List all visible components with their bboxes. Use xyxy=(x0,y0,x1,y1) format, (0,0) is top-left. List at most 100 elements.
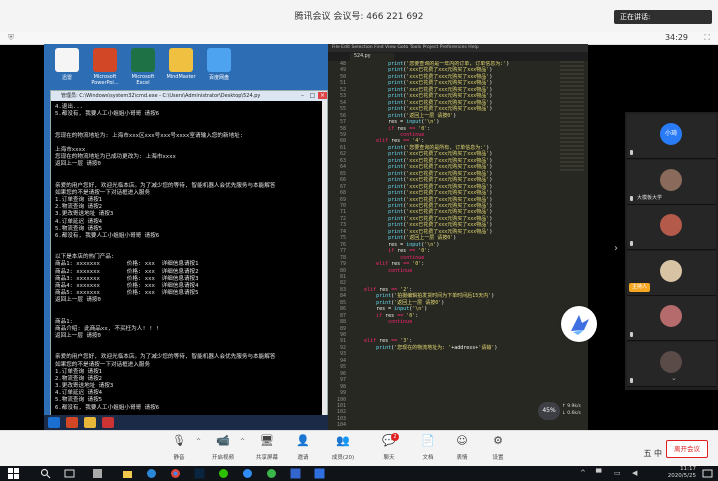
wechat-icon[interactable] xyxy=(218,468,229,479)
avatar xyxy=(660,214,682,236)
volume-icon[interactable]: ◀ xyxy=(632,469,637,477)
meeting-controls: 五 中 离开会议 🎙 静音 ^ 📹 开启视频 ^ 🖥 共享屏幕 👤 邀请 👥 成员(20) 💬 聊天 2 📄 文… xyxy=(0,430,718,467)
editor-code: print('您要查询的是一年内的订单, 订单信息为:') print('xxx… xyxy=(352,61,548,430)
tencent-meeting-icon[interactable] xyxy=(314,468,325,479)
control-chat-button[interactable]: 💬 聊天 2 xyxy=(371,433,407,461)
control-label: 文档 xyxy=(422,455,434,461)
minimize-icon[interactable]: – xyxy=(298,92,307,99)
invite-icon: 👤 xyxy=(296,434,310,447)
desktop-app-icon[interactable] xyxy=(207,48,231,72)
cmd-line: 6.都没有, 我要人工小姐姐小哥哥 请按6 xyxy=(55,232,160,239)
control-label: 设置 xyxy=(492,455,504,461)
participant-panel: 小琦大模板大学主持人 ⌄ xyxy=(625,112,718,390)
cmd-line: 亲爱的用户您好, 欢迎光临本店。为了减少您的等待, 智能机器人会优先服务与本能解… xyxy=(55,354,276,361)
control-invite-button[interactable]: 👤 邀请 xyxy=(285,434,321,462)
app-icon[interactable] xyxy=(266,468,277,479)
cmd-line: 商品2: xxxxxxx 价格: xxx 详细信息请按2 xyxy=(55,268,199,275)
cmd-line xyxy=(55,176,323,183)
cmd-line: 商品3: xxxxxxx 价格: xxx 详细信息请按3 xyxy=(55,275,199,282)
chrome-icon[interactable] xyxy=(170,468,181,479)
edge-icon[interactable] xyxy=(146,468,157,479)
meeting-title: 腾讯会议 会议号: 466 221 692 xyxy=(294,12,424,22)
cmd-line xyxy=(55,304,323,311)
control-members-button[interactable]: 👥 成员(20) xyxy=(325,435,361,462)
desktop-app-icon[interactable] xyxy=(169,48,193,72)
chevron-down-icon[interactable]: ⌄ xyxy=(671,374,677,382)
code-editor: File Edit Selection Find View Goto Tools… xyxy=(328,44,588,430)
upload-percent: 45% xyxy=(538,402,560,420)
task-view-icon[interactable] xyxy=(64,468,75,479)
app-icon xyxy=(102,417,114,428)
participant-tile[interactable]: 大模板大学 xyxy=(627,159,716,205)
maximize-icon[interactable]: □ xyxy=(308,92,317,99)
battery-icon[interactable]: ▭ xyxy=(614,469,621,477)
panel-expand-icon[interactable]: › xyxy=(614,243,618,254)
download-speed: ↓ 0.6k/s xyxy=(562,411,581,416)
cmd-line: 您现在的物流地址为: 上海市xxx区xxx号xxx号xxxx室请输入您的新地址: xyxy=(55,132,244,139)
avatar xyxy=(660,168,682,191)
line-number: 104 xyxy=(336,422,346,429)
cmd-line: 如果您的不是请按一下对话框进入服务 xyxy=(55,189,151,196)
leave-meeting-button[interactable]: 离开会议 xyxy=(666,440,708,458)
chevron-up-icon[interactable]: ^ xyxy=(580,469,586,477)
editor-tab: 524.py xyxy=(350,53,394,61)
cmd-line: 6.都没有, 我要人工小姐姐小哥哥 请按6 xyxy=(55,404,160,411)
shared-desktop: 迅雷 Microsoft PowerPoi... Microsoft Excel Mi… xyxy=(44,44,328,430)
cmd-line xyxy=(55,312,323,319)
app-icon xyxy=(84,417,96,428)
control-emoji-button[interactable]: ☺ 表情 xyxy=(444,435,480,462)
avatar xyxy=(660,259,682,282)
search-icon[interactable] xyxy=(40,468,51,479)
windows-start-icon[interactable] xyxy=(8,468,19,479)
control-label: 邀请 xyxy=(297,455,309,461)
close-icon[interactable]: × xyxy=(318,92,327,99)
cmd-line: 1.订单查询 请按1 xyxy=(55,368,103,375)
cmd-line: 亲爱的用户您好, 欢迎光临本店。为了减少您的等待, 智能机器人会优先服务与本能解… xyxy=(55,182,276,189)
cmd-output: 4.退出... 5.都没有, 我要人工小姐姐小哥哥 请按6 您现在的物流地址为: … xyxy=(51,101,327,421)
editor-minimap xyxy=(560,61,584,171)
participant-tile[interactable] xyxy=(627,205,716,250)
editor-gutter: 48 49 50 51 52 53 54 55 56 57 58 59 60 61 62 63 64 65 66 67… xyxy=(328,61,348,430)
app-icon[interactable] xyxy=(290,468,301,479)
clock[interactable]: 11:17 2020/5/25 xyxy=(668,466,696,480)
avatar xyxy=(660,305,682,327)
participant-tile[interactable]: 小琦 xyxy=(627,114,716,159)
control-docs-button[interactable]: 📄 文档 xyxy=(410,435,446,462)
upload-speed: ↑ 9.9k/s xyxy=(562,404,581,409)
desktop-app-icon[interactable] xyxy=(93,48,117,72)
app-icon[interactable] xyxy=(242,468,253,479)
desktop-app-label: Microsoft Excel xyxy=(131,74,155,86)
photoshop-icon[interactable] xyxy=(194,468,205,479)
participant-tile[interactable]: 主持人 xyxy=(627,250,716,296)
cmd-line: 商品1: xxxxxxx 价格: xxx 详细信息请按1 xyxy=(55,261,199,268)
host-badge: 主持人 xyxy=(629,282,651,292)
control-video-button[interactable]: 📹 开启视频 ^ xyxy=(205,435,245,462)
file-explorer-icon[interactable] xyxy=(122,468,133,479)
desktop-app-icon[interactable] xyxy=(55,48,79,72)
participant-tile[interactable]: ⌄ xyxy=(627,341,716,387)
avatar-initials: 小琦 xyxy=(664,130,677,137)
control-label: 成员(20) xyxy=(331,455,355,461)
app-icon[interactable] xyxy=(92,468,103,479)
control-mute-button[interactable]: 🎙 静音 ^ xyxy=(161,435,201,462)
cmd-line xyxy=(55,125,323,132)
cmd-scrollbar[interactable] xyxy=(322,101,327,421)
unread-badge: 2 xyxy=(391,433,399,441)
caret-up-icon[interactable]: ^ xyxy=(240,438,245,445)
control-label: 表情 xyxy=(456,455,468,461)
notification-icon[interactable] xyxy=(702,468,713,479)
control-settings-button[interactable]: ⚙ 设置 xyxy=(480,435,516,462)
net-speed: ↑ 9.9k/s ↓ 0.6k/s xyxy=(562,403,581,417)
desktop-icons: 迅雷 Microsoft PowerPoi... Microsoft Excel Mi… xyxy=(46,46,246,92)
participant-tile[interactable] xyxy=(627,296,716,341)
control-share-screen-button[interactable]: 🖥 共享屏幕 xyxy=(249,435,285,462)
cmd-line: 返回上一层 请按0 xyxy=(55,333,101,339)
mic-icon xyxy=(630,332,633,337)
control-label: 共享屏幕 xyxy=(255,455,278,461)
network-icon[interactable]: ▀ xyxy=(596,469,601,477)
caret-up-icon[interactable]: ^ xyxy=(196,438,201,445)
fullscreen-icon[interactable]: ⛶ xyxy=(704,33,710,43)
cmd-line xyxy=(55,140,323,147)
cmd-titlebar: 管理员: C:\Windows\system32\cmd.exe - C:\Us… xyxy=(51,91,327,101)
desktop-app-icon[interactable] xyxy=(131,48,155,72)
